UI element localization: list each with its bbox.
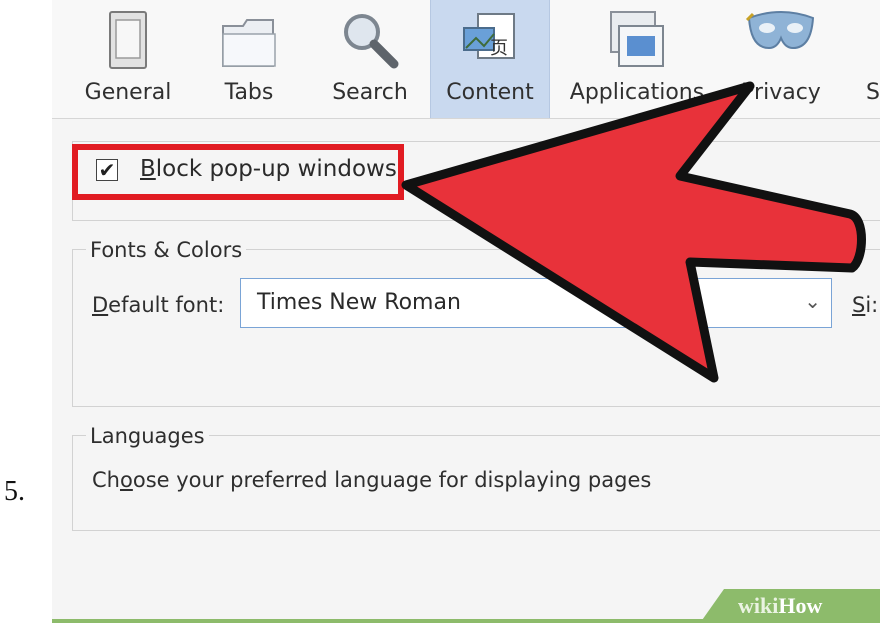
wikihow-prefix: wiki	[738, 593, 779, 618]
wikihow-logo-text: wikiHow	[738, 593, 822, 619]
wikihow-brand: How	[778, 593, 823, 618]
wikihow-watermark: wikiHow	[700, 589, 880, 623]
red-arrow-annotation	[401, 81, 866, 383]
